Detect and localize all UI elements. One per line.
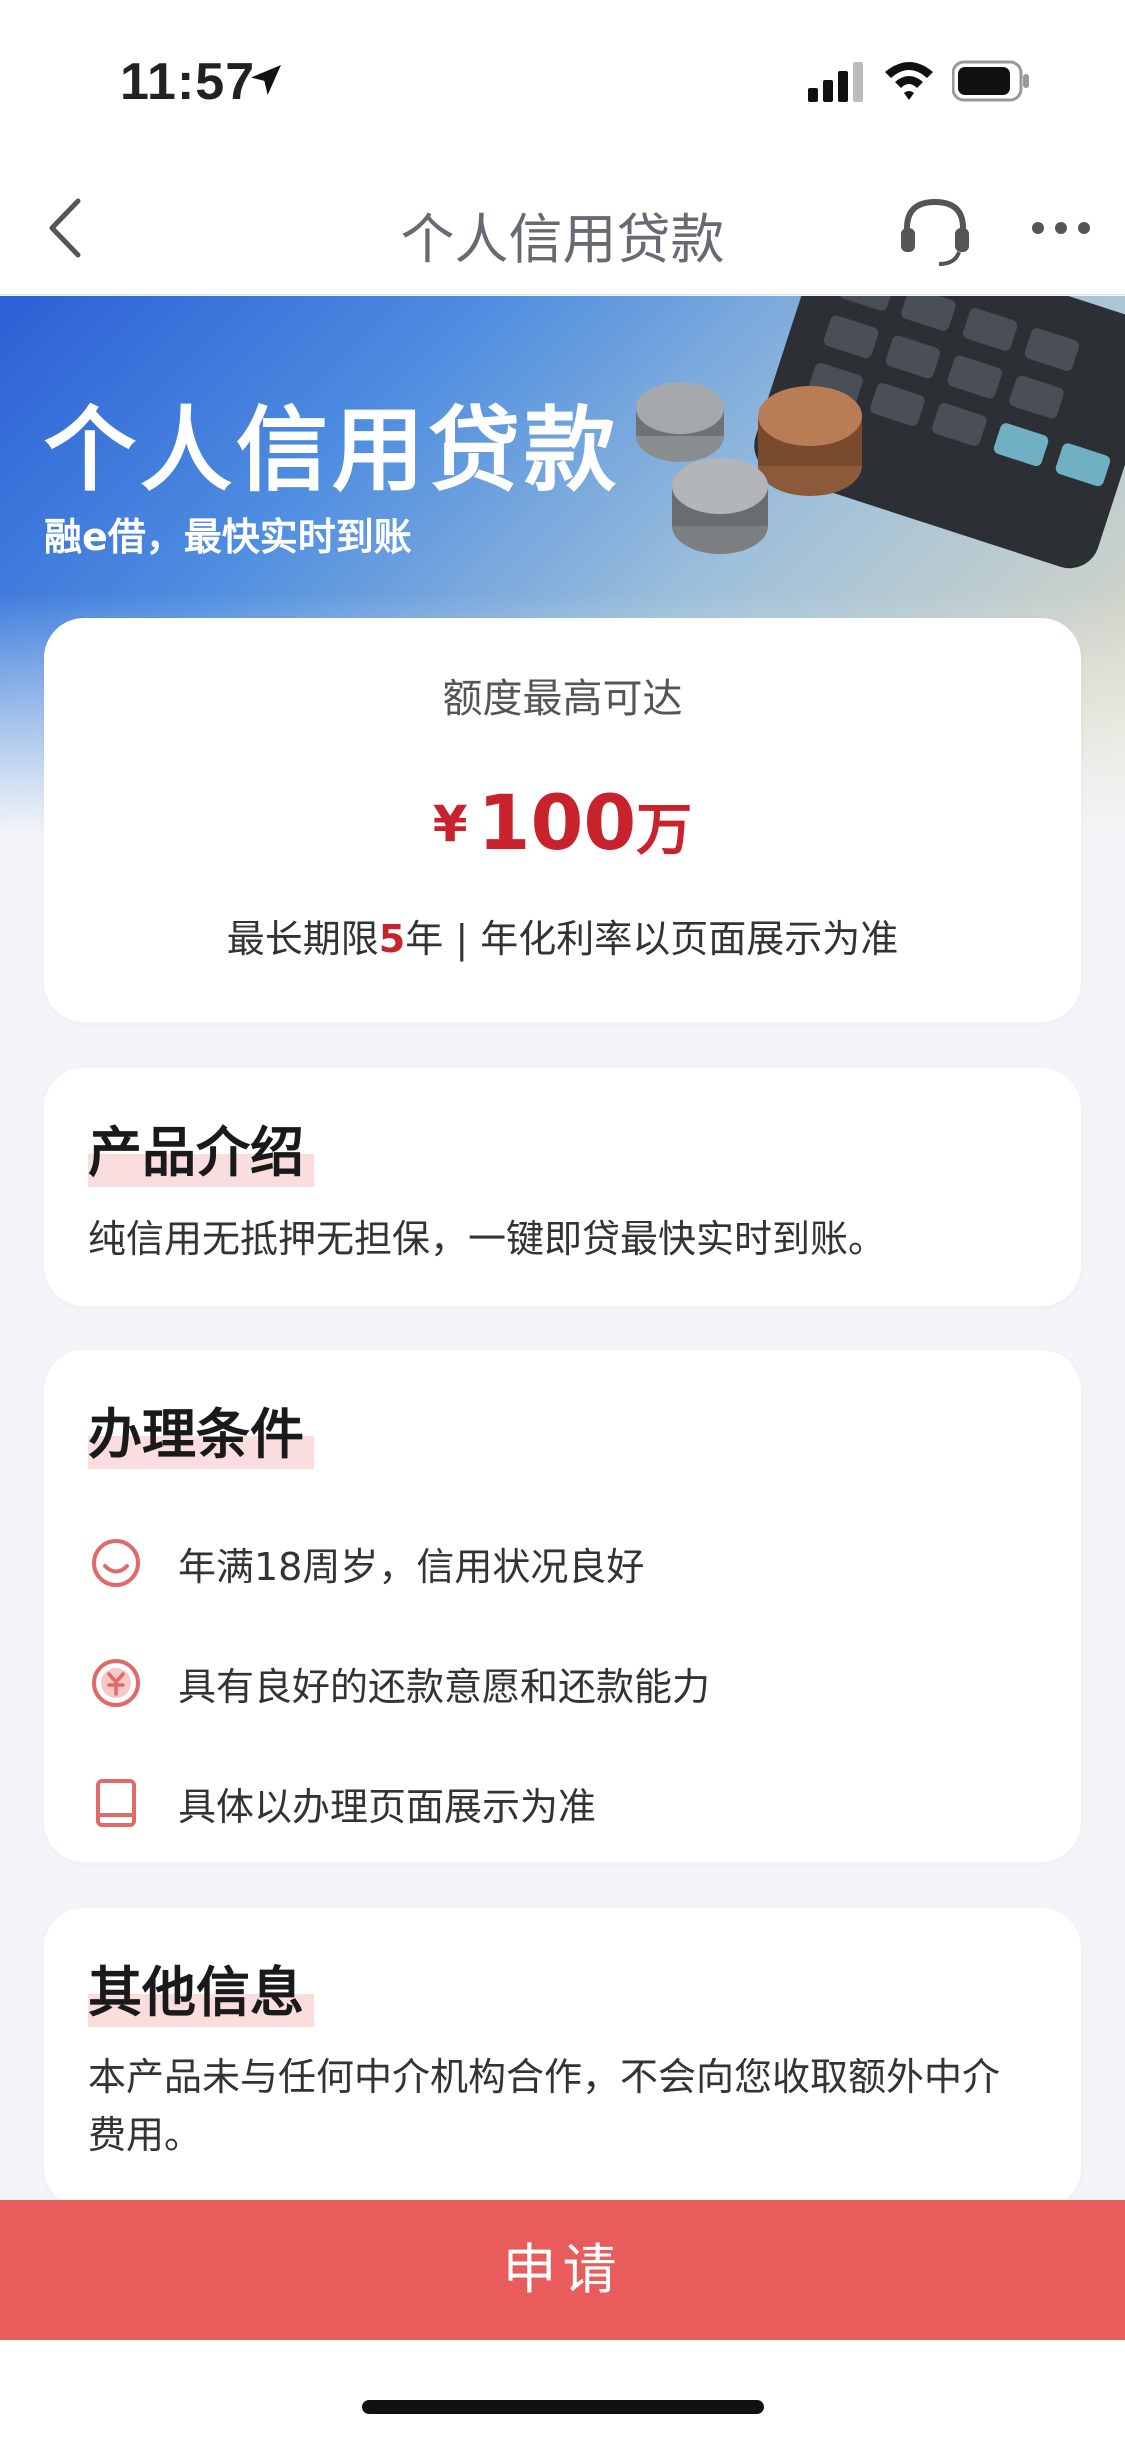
location-arrow-icon	[251, 65, 281, 95]
limit-label: 额度最高可达	[442, 676, 683, 722]
conditions-card: 办理条件 年满18周岁，信用状况良好 具有良好的还款意愿和还款能力 具体以办理页…	[44, 1350, 1081, 1862]
book-icon	[96, 1779, 136, 1827]
intro-text: 纯信用无抵押无担保，一键即贷最快实时到账。	[88, 1217, 887, 1261]
section-title-other: 其他信息	[88, 1948, 314, 2027]
status-bar: 11:57	[0, 0, 1125, 165]
yuan-coin-icon	[92, 1659, 140, 1707]
product-intro-card: 产品介绍 纯信用无抵押无担保，一键即贷最快实时到账。	[44, 1068, 1081, 1306]
other-info-text: 本产品未与任何中介机构合作，不会向您收取额外中介费用。	[88, 2055, 1001, 2157]
bottom-safe-area	[0, 2340, 1125, 2439]
credit-limit-card: 额度最高可达 ¥100万 最长期限5年 | 年化利率以页面展示为准	[44, 618, 1081, 1022]
wifi-icon	[885, 62, 933, 100]
condition-item: 年满18周岁，信用状况良好	[88, 1528, 644, 1598]
condition-item: 具有良好的还款意愿和还款能力	[88, 1648, 710, 1718]
amount-value: 100	[477, 778, 637, 867]
condition-text: 具有良好的还款意愿和还款能力	[178, 1664, 711, 1709]
banner-subtitle: 融e借，最快实时到账	[44, 515, 412, 559]
cellular-signal-icon	[808, 62, 863, 102]
apply-button[interactable]: 申请	[0, 2200, 1125, 2340]
condition-text: 年满18周岁，信用状况良好	[178, 1544, 645, 1589]
term-prefix: 最长期限	[226, 917, 379, 961]
term-value: 5	[378, 917, 406, 961]
smile-icon	[92, 1539, 140, 1587]
currency-symbol: ¥	[432, 795, 468, 853]
more-options-icon[interactable]	[1030, 213, 1092, 243]
status-time: 11:57	[120, 53, 256, 111]
term-suffix: 年 | 年化利率以页面展示为准	[405, 917, 899, 961]
customer-service-headset-icon[interactable]	[895, 190, 975, 270]
term-description: 最长期限5年 | 年化利率以页面展示为准	[44, 908, 1081, 963]
amount-unit: 万	[636, 798, 693, 863]
battery-icon	[952, 60, 1029, 102]
section-title-intro: 产品介绍	[88, 1108, 314, 1187]
section-title-conditions: 办理条件	[88, 1390, 314, 1469]
other-info-card: 其他信息 本产品未与任何中介机构合作，不会向您收取额外中介费用。	[44, 1908, 1081, 2208]
limit-amount: ¥100万	[44, 778, 1081, 867]
home-indicator[interactable]	[362, 2400, 764, 2414]
condition-text: 具体以办理页面展示为准	[178, 1784, 597, 1829]
banner-title: 个人信用贷款	[44, 397, 621, 504]
condition-item: 具体以办理页面展示为准	[88, 1768, 596, 1838]
navigation-bar: 个人信用贷款	[0, 165, 1125, 295]
